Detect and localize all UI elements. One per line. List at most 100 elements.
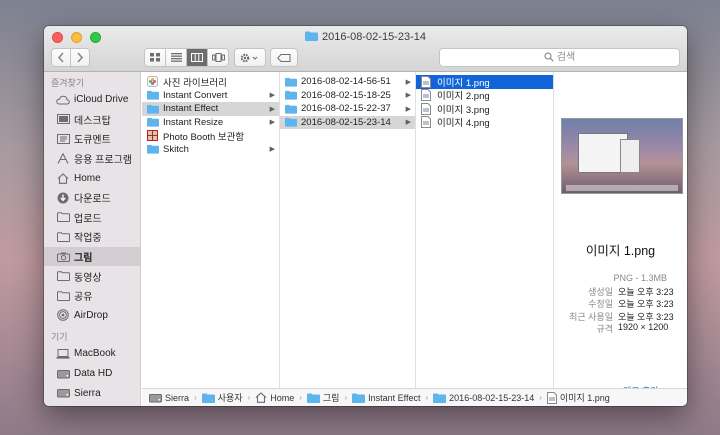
sidebar-item-label: Sierra <box>74 387 101 399</box>
folder-icon <box>147 90 159 100</box>
col3-item[interactable]: 이미지 1.png <box>416 75 553 89</box>
photos-library-icon <box>147 76 159 88</box>
path-separator-icon: › <box>247 393 251 402</box>
sidebar-item-icloud-drive[interactable]: iCloud Drive <box>44 90 140 110</box>
path-segment[interactable]: 2016-08-02-15-23-14 <box>433 393 534 403</box>
list-icon <box>170 53 182 62</box>
col2-item[interactable]: 2016-08-02-15-23-14 ▶ <box>280 115 415 129</box>
sidebar-item-macbook[interactable]: MacBook <box>44 344 140 364</box>
finder-window: 2016-08-02-15-23-14 검색 즐겨찾기 iCloud Drive… <box>44 26 687 406</box>
image-file-icon <box>421 102 433 115</box>
cover-flow-icon <box>211 53 225 62</box>
col3-item[interactable]: 이미지 4.png <box>416 116 553 130</box>
folder-icon <box>147 144 159 154</box>
path-segment[interactable]: 이미지 1.png <box>546 391 610 404</box>
window-title-text: 2016-08-02-15-23-14 <box>322 31 426 43</box>
sidebar-item-label: 응용 프로그램 <box>74 155 132 167</box>
path-segment[interactable]: 그림 <box>306 391 339 404</box>
list-view-button[interactable] <box>166 49 187 66</box>
laptop-icon <box>56 348 70 360</box>
sidebar-item-label: 도큐멘트 <box>74 135 111 147</box>
col1-item[interactable]: Photo Booth 보관함 <box>142 129 279 143</box>
metadata-row: 최근 사용일 오늘 오후 3:23 <box>554 310 687 322</box>
titlebar: 2016-08-02-15-23-14 검색 <box>44 26 687 72</box>
action-menu-button[interactable] <box>234 48 266 67</box>
col2-item[interactable]: 2016-08-02-15-22-37 ▶ <box>280 102 415 116</box>
disk-icon <box>56 387 70 399</box>
path-segment[interactable]: Instant Effect <box>352 392 421 403</box>
sidebar-item-sierra[interactable]: Sierra <box>44 383 140 403</box>
path-segment-label: Instant Effect <box>368 392 421 403</box>
sidebar-item-9[interactable]: 동영상 <box>44 266 140 286</box>
path-separator-icon: › <box>539 393 542 402</box>
col1-item[interactable]: Instant Convert ▶ <box>142 89 279 103</box>
column-view-button[interactable] <box>187 49 208 66</box>
disclosure-triangle-icon: ▶ <box>405 119 411 127</box>
path-segment-label: 사용자 <box>217 393 243 403</box>
disk-icon <box>149 393 162 403</box>
path-separator-icon: › <box>299 393 302 402</box>
col1-item[interactable]: 사진 라이브러리 <box>142 75 279 89</box>
thumbnail-panel <box>620 139 640 173</box>
search-field[interactable]: 검색 <box>439 48 680 67</box>
col2-item[interactable]: 2016-08-02-14-56-51 ▶ <box>280 75 415 89</box>
metadata-key: 생성일 <box>588 287 613 297</box>
sidebar-item-7[interactable]: 작업중 <box>44 227 140 247</box>
metadata-value: 오늘 오후 3:23 <box>618 311 674 322</box>
sidebar-item-label: 다운로드 <box>74 194 111 206</box>
sidebar-item-label: MacBook <box>74 348 116 360</box>
col2-item[interactable]: 2016-08-02-15-18-25 ▶ <box>280 89 415 103</box>
item-label: 2016-08-02-15-18-25 <box>301 89 391 101</box>
sidebar-item-1[interactable]: 데스크탑 <box>44 110 140 130</box>
back-button[interactable] <box>51 48 71 67</box>
col1-item[interactable]: Skitch ▶ <box>142 143 279 157</box>
item-label: 이미지 4.png <box>437 118 490 130</box>
folder-icon <box>147 104 159 114</box>
column-3[interactable]: 이미지 1.png 이미지 2.png 이미지 3.png 이미지 4.png <box>416 72 554 388</box>
chevron-right-icon <box>77 52 84 63</box>
forward-button[interactable] <box>70 48 90 67</box>
col3-item[interactable]: 이미지 2.png <box>416 89 553 102</box>
thumbnail-dock <box>566 185 678 191</box>
chevron-left-icon <box>57 52 64 63</box>
sidebar-item-home[interactable]: Home <box>44 168 140 188</box>
icon-view-button[interactable] <box>145 49 166 66</box>
favorites-header: 즐겨찾기 <box>51 78 85 88</box>
desktop-icon <box>56 113 70 125</box>
path-separator-icon: › <box>344 393 348 402</box>
tags-button[interactable] <box>270 48 298 67</box>
disclosure-triangle-icon: ▶ <box>405 92 411 100</box>
path-segment[interactable]: Sierra <box>149 393 189 403</box>
sidebar-item-2[interactable]: 도큐멘트 <box>44 129 140 149</box>
col1-item[interactable]: Instant Resize ▶ <box>142 116 279 130</box>
folder-icon <box>56 290 70 302</box>
sidebar-item-3[interactable]: 응용 프로그램 <box>44 149 140 169</box>
sidebar-item-airdrop[interactable]: AirDrop <box>44 306 140 326</box>
folder-icon <box>306 393 320 403</box>
path-segment[interactable]: Home <box>255 392 294 403</box>
item-label: 이미지 1.png <box>437 77 490 89</box>
sidebar-item-6[interactable]: 업로드 <box>44 208 140 228</box>
applications-icon <box>56 153 70 165</box>
sidebar-item-label: AirDrop <box>74 309 108 321</box>
item-label: Instant Convert <box>163 89 228 101</box>
home-icon <box>56 172 70 184</box>
col1-item[interactable]: Instant Effect ▶ <box>142 102 279 116</box>
sidebar-item-5[interactable]: 다운로드 <box>44 188 140 208</box>
metadata-value: 1920 × 1200 <box>618 322 669 333</box>
preview-metadata: 생성일 오늘 오후 3:23 수정일 오늘 오후 3:23 최근 사용일 오늘 오후 3:… <box>554 285 687 335</box>
sidebar-item-label: 작업중 <box>74 233 102 245</box>
sidebar-item-label: 동영상 <box>74 272 102 284</box>
cover-flow-button[interactable] <box>208 49 228 66</box>
sidebar-item-10[interactable]: 공유 <box>44 286 140 306</box>
folder-icon <box>56 211 70 223</box>
sidebar-item-8[interactable]: 그림 <box>44 246 140 267</box>
col3-item[interactable]: 이미지 3.png <box>416 102 553 116</box>
column-2[interactable]: 2016-08-02-14-56-51 ▶ 2016-08-02-15-18-25 ▶… <box>280 72 416 388</box>
sidebar-item-data-hd[interactable]: Data HD <box>44 364 140 384</box>
image-file-icon <box>421 89 433 102</box>
disclosure-triangle-icon: ▶ <box>405 78 411 86</box>
item-label: Skitch <box>163 143 189 155</box>
column-1[interactable]: 사진 라이브러리 Instant Convert ▶ Instant Effect ▶ I… <box>142 72 280 388</box>
path-segment[interactable]: 사용자 <box>201 391 243 404</box>
